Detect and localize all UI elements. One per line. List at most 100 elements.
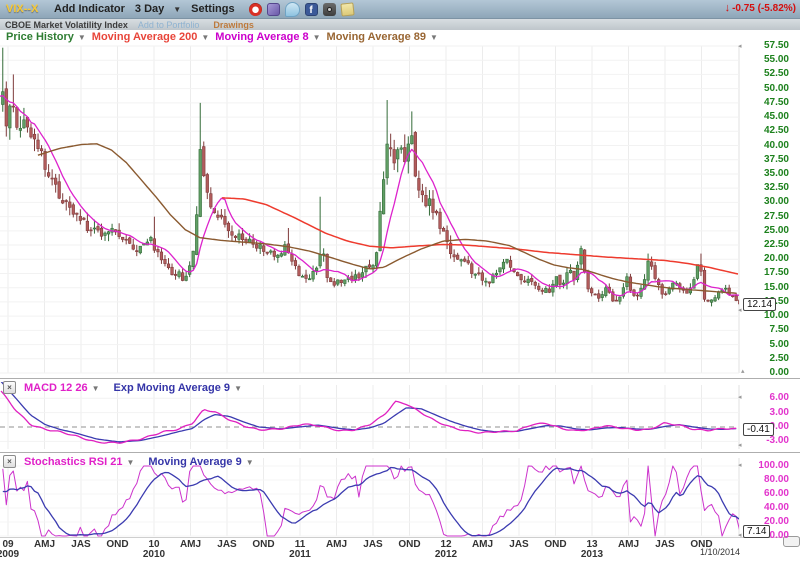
main-y-tick: 30.00 — [745, 197, 789, 207]
legend-label: Moving Average 200 — [92, 31, 198, 43]
notes-icon[interactable] — [340, 2, 354, 16]
x-axis-tick: OND — [392, 539, 428, 550]
close-icon[interactable]: × — [3, 381, 16, 394]
axis-scroll-arrow[interactable]: ◂ — [738, 441, 742, 449]
x-axis-tick: JAS — [647, 539, 683, 550]
chevron-down-icon[interactable]: ▼ — [78, 33, 86, 42]
x-axis-tick: AMJ — [465, 539, 501, 550]
main-y-tick: 35.00 — [745, 169, 789, 179]
legend-ma8[interactable]: Moving Average 8 ▼ — [215, 31, 320, 43]
legend-ma89[interactable]: Moving Average 89 ▼ — [327, 31, 438, 43]
x-axis-tick: OND — [538, 539, 574, 550]
chevron-down-icon[interactable]: ▼ — [430, 33, 438, 42]
camera-icon[interactable] — [323, 3, 336, 16]
stoch-overlay-title[interactable]: Moving Average 9 — [148, 456, 241, 468]
main-y-tick: 42.50 — [745, 126, 789, 136]
end-date-label: 1/10/2014 — [700, 547, 740, 557]
main-y-tick: 57.50 — [745, 41, 789, 51]
period-caret-icon[interactable]: ▼ — [173, 5, 181, 14]
x-axis-tick: JAS — [355, 539, 391, 550]
x-axis-tick: AMJ — [27, 539, 63, 550]
x-axis-year: 2012 — [428, 549, 464, 560]
macd-title[interactable]: MACD 12 26 — [24, 382, 88, 394]
toolbar-icons: f — [249, 2, 354, 17]
main-y-tick: 45.00 — [745, 112, 789, 122]
macd-overlay-title[interactable]: Exp Moving Average 9 — [114, 382, 231, 394]
stoch-title[interactable]: Stochastics RSI 21 — [24, 456, 122, 468]
period-dropdown[interactable]: 3 Day — [135, 3, 164, 15]
main-y-tick: 27.50 — [745, 212, 789, 222]
settings-button[interactable]: Settings — [191, 3, 234, 15]
stoch-y-tick: 80.00 — [745, 475, 789, 485]
chevron-down-icon[interactable]: ▼ — [234, 384, 242, 393]
main-y-tick: 7.50 — [745, 325, 789, 335]
library-icon[interactable] — [267, 3, 280, 16]
candles — [1, 48, 741, 307]
top-toolbar: VIX--X Add Indicator 3 Day ▼ Settings f … — [0, 0, 800, 19]
chevron-down-icon[interactable]: ▼ — [92, 384, 100, 393]
macd-y-tick: -3.00 — [745, 436, 789, 446]
panel-separator — [0, 537, 800, 538]
chevron-down-icon[interactable]: ▼ — [246, 458, 254, 467]
x-axis-tick: JAS — [209, 539, 245, 550]
close-icon[interactable]: × — [3, 455, 16, 468]
chevron-down-icon[interactable]: ▼ — [126, 458, 134, 467]
axis-scroll-arrow[interactable]: ◂ — [738, 531, 742, 539]
sub-header: CBOE Market Volatility Index Add to Port… — [0, 19, 800, 30]
facebook-icon[interactable]: f — [305, 3, 318, 16]
x-axis-year: 2011 — [282, 549, 318, 560]
add-to-portfolio-link[interactable]: Add to Portfolio — [138, 20, 200, 30]
legend-label: Moving Average 89 — [327, 31, 426, 43]
main-y-tick: 10.00 — [745, 311, 789, 321]
stoch-y-tick: 40.00 — [745, 503, 789, 513]
stoch-y-tick: 100.00 — [745, 461, 789, 471]
chart-canvas[interactable] — [0, 0, 800, 561]
main-y-tick: 55.00 — [745, 55, 789, 65]
alarm-clock-icon[interactable] — [249, 3, 262, 16]
legend-label: Price History — [6, 31, 74, 43]
main-y-tick: 20.00 — [745, 254, 789, 264]
x-axis-tick: JAS — [63, 539, 99, 550]
main-y-tick: 37.50 — [745, 155, 789, 165]
add-indicator-button[interactable]: Add Indicator — [54, 3, 125, 15]
axis-scroll-arrow[interactable]: ▴ — [741, 367, 745, 375]
macd-y-tick: 6.00 — [745, 393, 789, 403]
chevron-down-icon[interactable]: ▼ — [313, 33, 321, 42]
stoch-y-tick: 60.00 — [745, 489, 789, 499]
legend-price-history[interactable]: Price History ▼ — [6, 31, 86, 43]
main-y-tick: 0.00 — [745, 368, 789, 378]
x-axis-year: 2009 — [0, 549, 26, 560]
x-axis-tick: JAS — [501, 539, 537, 550]
x-axis-year: 2010 — [136, 549, 172, 560]
change-text: -0.75 (-5.82%) — [732, 3, 796, 14]
stoch-last-value-box: 7.14 — [743, 525, 770, 538]
panel-separator — [0, 452, 800, 453]
macd-y-tick: 3.00 — [745, 408, 789, 418]
main-y-tick: 2.50 — [745, 354, 789, 364]
main-y-tick: 52.50 — [745, 69, 789, 79]
chevron-down-icon[interactable]: ▼ — [201, 33, 209, 42]
axis-scroll-arrow[interactable]: ◂ — [738, 42, 742, 50]
main-y-tick: 47.50 — [745, 98, 789, 108]
x-axis-tick: AMJ — [173, 539, 209, 550]
down-arrow-icon: ↓ — [725, 2, 731, 14]
macd-last-value-box: -0.41 — [743, 423, 774, 436]
axis-scroll-arrow[interactable]: ◂ — [738, 393, 742, 401]
x-axis-tick: AMJ — [611, 539, 647, 550]
x-axis-year: 2013 — [574, 549, 610, 560]
main-y-tick: 5.00 — [745, 340, 789, 350]
legend-ma200[interactable]: Moving Average 200 ▼ — [92, 31, 209, 43]
axis-scroll-arrow[interactable]: ◂ — [738, 306, 742, 314]
drawings-link[interactable]: Drawings — [213, 20, 254, 30]
main-y-tick: 32.50 — [745, 183, 789, 193]
x-axis-tick: OND — [100, 539, 136, 550]
legend-label: Moving Average 8 — [215, 31, 308, 43]
main-y-tick: 25.00 — [745, 226, 789, 236]
last-price-box: 12.14 — [743, 298, 776, 311]
charting-app: VIX--X Add Indicator 3 Day ▼ Settings f … — [0, 0, 800, 561]
stoch-lines — [3, 466, 740, 536]
main-y-tick: 17.50 — [745, 268, 789, 278]
stoch-panel-header: × Stochastics RSI 21 ▼ Moving Average 9 … — [3, 455, 254, 468]
axis-scroll-arrow[interactable]: ◂ — [738, 461, 742, 469]
chat-icon[interactable] — [285, 2, 300, 17]
